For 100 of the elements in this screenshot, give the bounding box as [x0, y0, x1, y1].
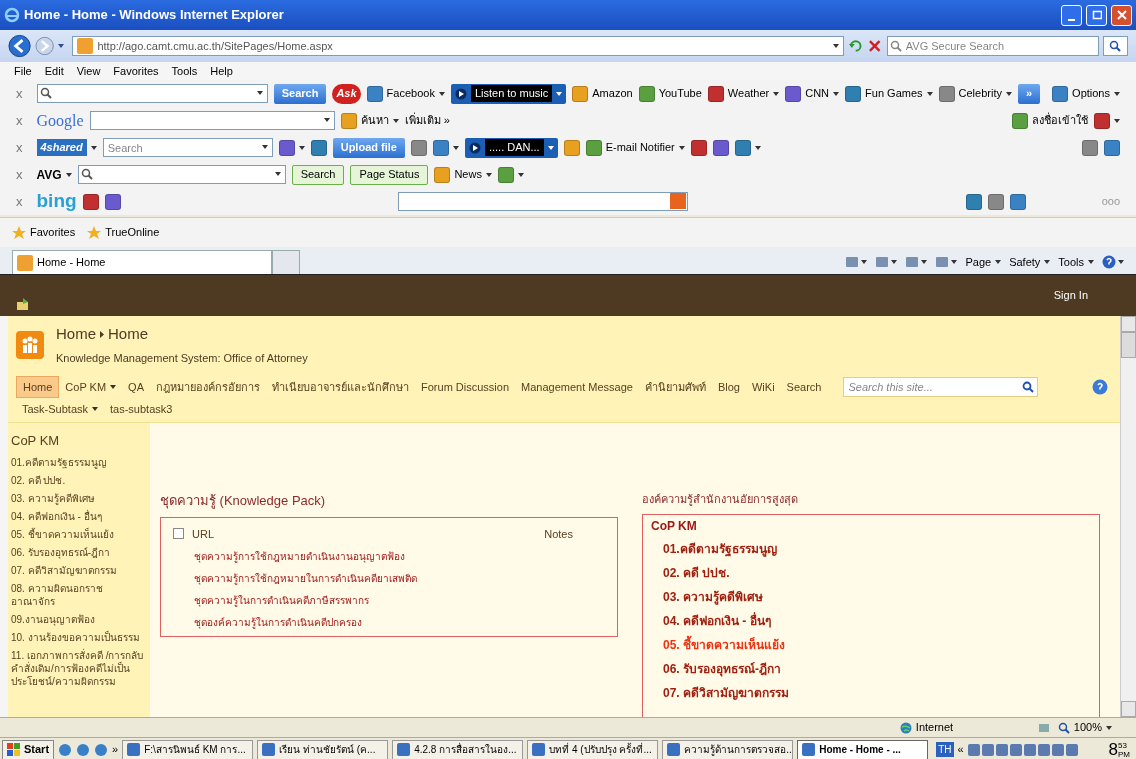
cop-km-link[interactable]: 05. ชี้ขาดความเห็นแย้ง	[651, 635, 1091, 655]
knowledge-pack-link[interactable]: ชุดองค์ความรู้ในการดำเนินคดีปกครอง	[173, 616, 605, 630]
menu-item[interactable]: Favorites	[113, 62, 159, 80]
caret-icon[interactable]	[1088, 260, 1094, 264]
caret-icon[interactable]	[1118, 260, 1124, 264]
menu-item[interactable]: View	[76, 62, 101, 80]
close-toolbar-button[interactable]: x	[16, 191, 23, 212]
nav-link[interactable]: คำนิยามศัพท์	[638, 376, 712, 398]
zoom-button[interactable]: 100%	[1057, 719, 1112, 736]
tray-chevron[interactable]: «	[957, 741, 964, 758]
knowledge-pack-link[interactable]: ชุดความรู้ในการดำเนินคดีภาษีสรรพากร	[173, 594, 605, 608]
toolbar-link[interactable]: E-mail Notifier	[585, 139, 685, 156]
play-icon[interactable]	[454, 87, 467, 100]
taskbar-button[interactable]: เรียน ท่านชัยรัตน์ (ค...	[257, 739, 389, 759]
tray-icon[interactable]	[1037, 743, 1050, 756]
toolbar-logo[interactable]: Ask	[332, 83, 361, 104]
toolbar-link[interactable]: CNN	[785, 85, 840, 102]
caret-icon[interactable]	[556, 91, 563, 96]
toolbar-link[interactable]: ลงชื่อเข้าใช้	[1012, 112, 1088, 129]
site-search-field[interactable]: Search this site...	[843, 377, 1039, 397]
folder-icon[interactable]	[16, 296, 29, 311]
toolbar-search-field[interactable]: Search	[102, 138, 273, 157]
search-icon[interactable]	[670, 193, 687, 209]
close-toolbar-button[interactable]: x	[16, 110, 23, 131]
toolbar-link[interactable]: Celebrity	[938, 85, 1012, 102]
caret-icon[interactable]	[392, 118, 399, 123]
quick-launch-link[interactable]: 11. เอกภาพการสั่งคดี /การกลับคำสั่งเดิม/การฟ้องคดีไม่เป็นประโยชน์/ความผิดกรรม	[11, 648, 146, 688]
quick-launch-chevron[interactable]: »	[112, 741, 119, 758]
caret-icon[interactable]	[1005, 91, 1012, 96]
toolbar-link[interactable]: YouTube	[638, 85, 702, 102]
caret-icon[interactable]	[1106, 725, 1112, 730]
maximize-button[interactable]	[1086, 4, 1107, 26]
caret-icon[interactable]	[1114, 118, 1120, 123]
caret-icon[interactable]	[678, 145, 685, 150]
nav-link[interactable]: ทำเนียบอาจารย์และนักศึกษา	[266, 376, 415, 398]
caret-icon[interactable]	[298, 145, 305, 150]
nav-link[interactable]: Management Message	[515, 376, 639, 398]
nav-link[interactable]: QA	[122, 376, 150, 398]
minimize-button[interactable]	[1061, 4, 1082, 26]
cop-km-link[interactable]: 06. รับรองอุทธรณ์-ฎีกา	[651, 659, 1091, 679]
toolbar-search-field[interactable]	[398, 192, 689, 211]
toolbar-link[interactable]: Amazon	[572, 85, 633, 102]
caret-icon[interactable]	[891, 260, 898, 264]
taskbar-button[interactable]: บทที่ 4 (ปรับปรุง ครั้งที่...	[527, 739, 659, 759]
vertical-scrollbar[interactable]	[1120, 316, 1136, 717]
caret-icon[interactable]	[92, 407, 99, 411]
close-toolbar-button[interactable]: x	[16, 83, 23, 104]
quick-launch-link[interactable]: 08. ความผิดนอกราชอาณาจักร	[11, 581, 146, 608]
help-icon[interactable]	[1092, 379, 1108, 395]
caret-icon[interactable]	[485, 172, 492, 177]
caret-icon[interactable]	[517, 172, 524, 177]
nav-link[interactable]: กฎหมายองค์กรอัยการ	[150, 376, 266, 398]
nav-link[interactable]: tas-subtask3	[104, 398, 179, 420]
caret-icon[interactable]	[1044, 260, 1051, 264]
taskbar-button[interactable]: Home - Home - ...	[797, 739, 929, 759]
toolbar-link[interactable]: Facebook	[366, 85, 445, 102]
column-header[interactable]: URL	[192, 525, 214, 542]
toolbar-logo[interactable]: 4shared	[36, 139, 87, 156]
caret-icon[interactable]	[256, 91, 263, 95]
tray-icon[interactable]	[1051, 743, 1064, 756]
close-toolbar-button[interactable]: x	[16, 164, 23, 185]
caret-icon[interactable]	[90, 145, 97, 150]
browser-tab[interactable]: Home - Home	[12, 250, 272, 274]
app-icon[interactable]	[76, 742, 91, 757]
command-button[interactable]: Page	[965, 253, 1002, 271]
cop-km-link[interactable]: 07. คดีวิสามัญฆาตกรรม	[651, 683, 1091, 703]
taskbar-button[interactable]: ความรู้ด้านการตรวจสอ...	[662, 739, 794, 759]
tray-icon[interactable]	[995, 743, 1008, 756]
caret-icon[interactable]	[110, 385, 117, 389]
breadcrumb-link[interactable]: Home	[108, 323, 149, 346]
tray-icon[interactable]	[1009, 743, 1022, 756]
select-all-checkbox[interactable]	[173, 528, 184, 540]
toolbar-link[interactable]: Weather	[707, 85, 780, 102]
toolbar-link[interactable]: News	[434, 166, 492, 183]
caret-icon[interactable]	[921, 260, 928, 264]
caret-icon[interactable]	[547, 145, 554, 150]
caret-icon[interactable]	[1114, 91, 1120, 96]
quick-launch-link[interactable]: 04. คดีฟอกเงิน - อื่นๆ	[11, 509, 146, 523]
back-button[interactable]	[8, 34, 32, 58]
start-button[interactable]: Start	[2, 739, 55, 759]
caret-icon[interactable]	[754, 145, 761, 150]
caret-icon[interactable]	[995, 260, 1002, 264]
caret-icon[interactable]	[833, 91, 840, 96]
toolbar-logo[interactable]: Google	[36, 108, 84, 133]
nav-link[interactable]: Home	[16, 376, 60, 398]
language-indicator[interactable]: TH	[936, 742, 954, 757]
caret-icon[interactable]	[926, 91, 933, 96]
toolbar-link[interactable]: Options	[1052, 85, 1120, 102]
caret-icon[interactable]	[261, 145, 268, 149]
search-button[interactable]	[1102, 36, 1128, 56]
search-icon[interactable]	[1022, 381, 1035, 393]
menu-item[interactable]: Edit	[44, 62, 64, 80]
play-icon[interactable]	[468, 141, 481, 154]
taskbar-button[interactable]: 4.2.8 การสื่อสารในอง...	[392, 739, 524, 759]
caret-icon[interactable]	[951, 260, 958, 264]
caret-icon[interactable]	[438, 91, 445, 96]
quick-launch-heading[interactable]: CoP KM	[11, 431, 146, 451]
cop-km-link[interactable]: 03. ความรู้คดีพิเศษ	[651, 587, 1091, 607]
favorites-link[interactable]: TrueOnline	[87, 224, 160, 241]
caret-icon[interactable]	[773, 91, 780, 96]
